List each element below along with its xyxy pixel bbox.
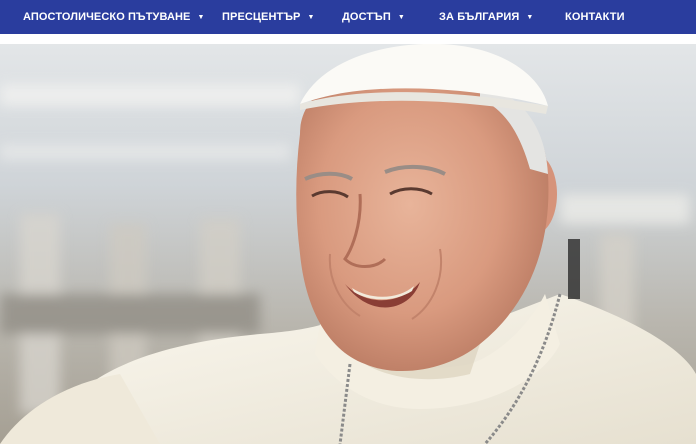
nav-item-label: ДОСТЪП [342, 11, 391, 23]
chevron-down-icon: ▼ [397, 13, 405, 21]
chevron-down-icon: ▼ [526, 13, 534, 21]
chevron-down-icon: ▼ [307, 13, 315, 21]
nav-item-access[interactable]: ДОСТЪП ▼ [342, 0, 405, 34]
hero-image [0, 44, 696, 444]
nav-item-label: КОНТАКТИ [565, 11, 625, 23]
nav-item-about-bulgaria[interactable]: ЗА БЪЛГАРИЯ ▼ [439, 0, 533, 34]
nav-item-label: ЗА БЪЛГАРИЯ [439, 11, 520, 23]
nav-item-label: АПОСТОЛИЧЕСКО ПЪТУВАНЕ [23, 11, 191, 23]
chevron-down-icon: ▼ [197, 13, 205, 21]
nav-item-contacts[interactable]: КОНТАКТИ [565, 0, 625, 34]
hero-portrait [0, 44, 696, 444]
nav-item-press-center[interactable]: ПРЕСЦЕНТЪР ▼ [222, 0, 315, 34]
main-navigation: АПОСТОЛИЧЕСКО ПЪТУВАНЕ ▼ ПРЕСЦЕНТЪР ▼ ДО… [0, 0, 696, 37]
nav-item-apostolic-journey[interactable]: АПОСТОЛИЧЕСКО ПЪТУВАНЕ ▼ [23, 0, 205, 34]
nav-item-label: ПРЕСЦЕНТЪР [222, 11, 301, 23]
